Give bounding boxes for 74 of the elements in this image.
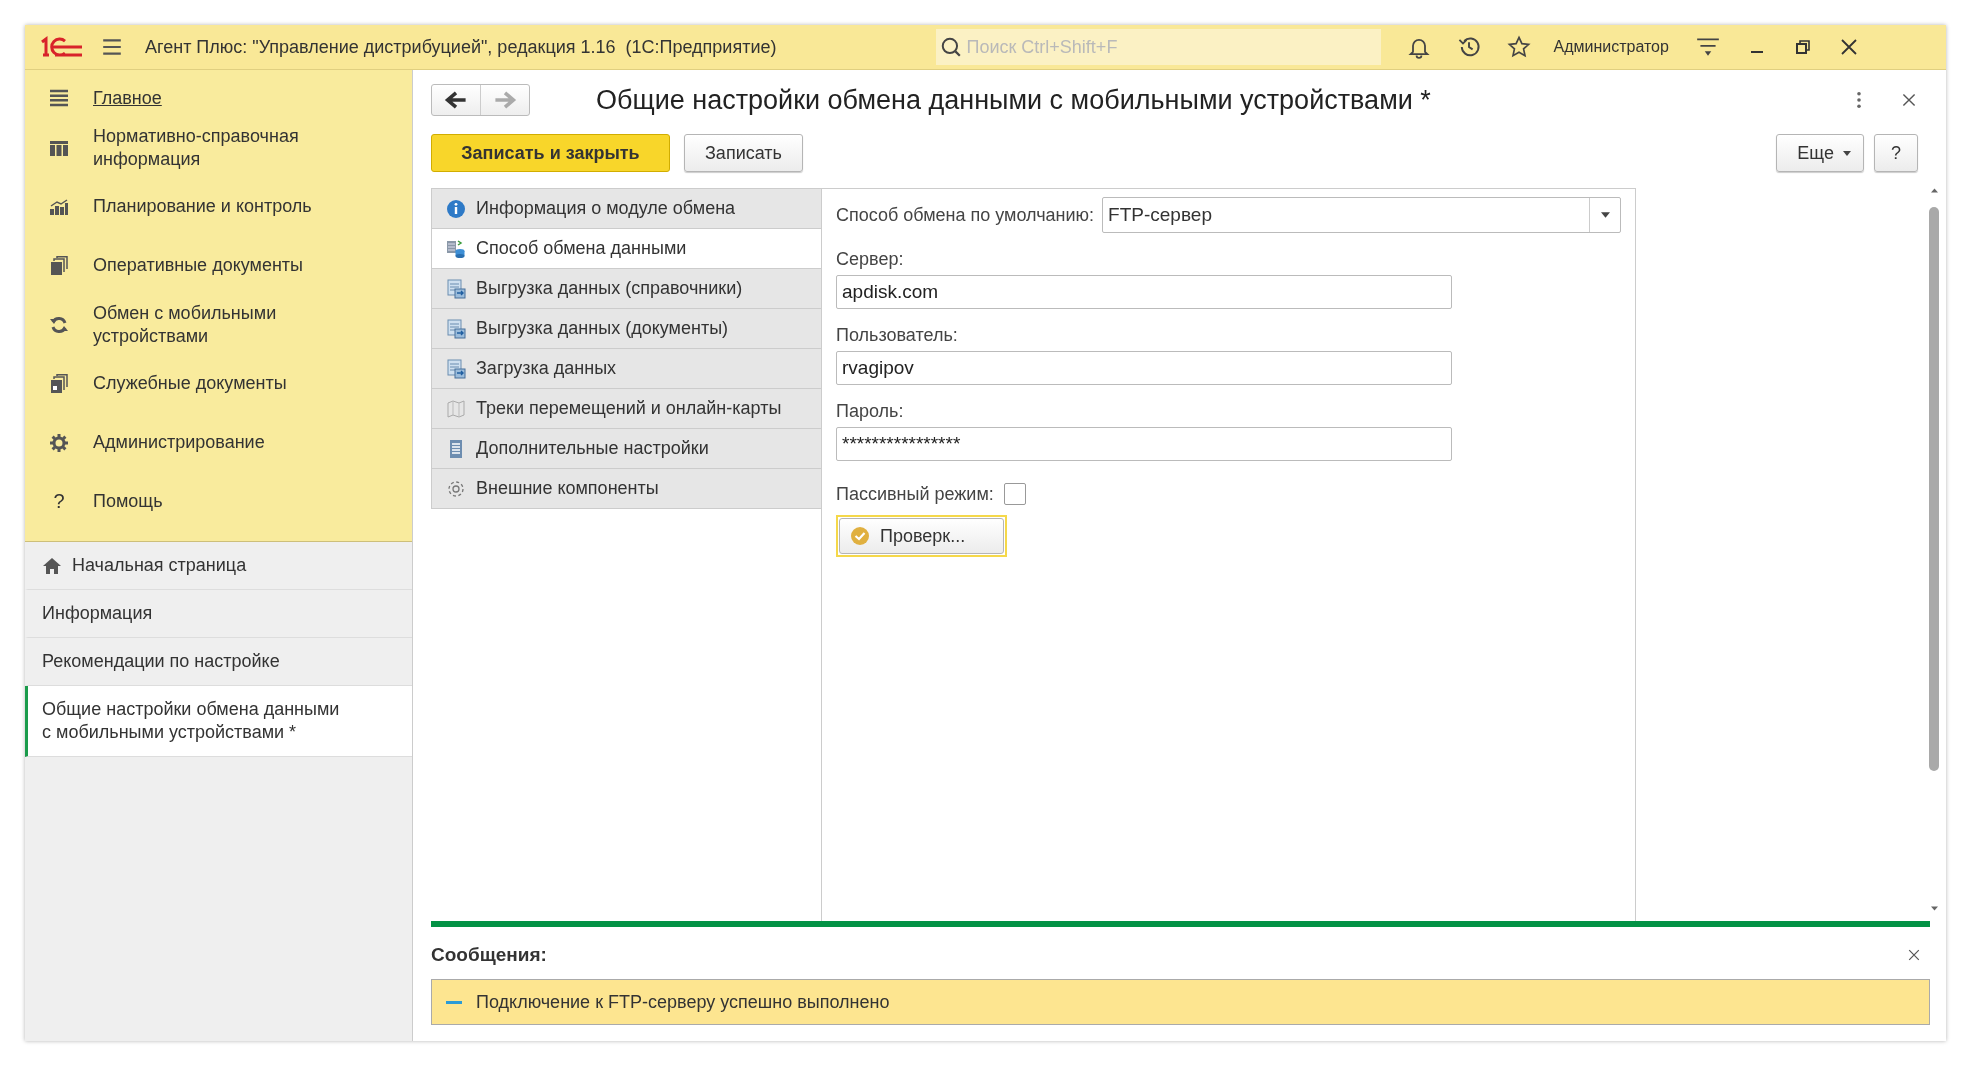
window-title: Агент Плюс: "Управление дистрибуцией", редакция 1.16 (1С:Предприятие) [145, 36, 777, 58]
close-icon[interactable] [1902, 93, 1916, 107]
help-button[interactable]: ? [1874, 134, 1918, 172]
search-icon [940, 36, 963, 58]
command-button[interactable]: Записать и закрыть [431, 134, 670, 172]
star-icon[interactable] [1507, 35, 1532, 59]
info-icon [446, 198, 466, 219]
form-title: Общие настройки обмена данными с мобильными устройствами * [596, 84, 1432, 116]
section-link[interactable]: Служебные документы [25, 354, 412, 413]
section-link[interactable]: Оперативные документы [25, 236, 412, 295]
dropdown-arrow-icon[interactable] [1600, 212, 1610, 218]
messages-title: Сообщения: [431, 944, 547, 966]
form-tab[interactable]: Треки перемещений и онлайн-карты [432, 389, 821, 429]
open-window-tab[interactable]: Информация [25, 590, 412, 638]
user-name[interactable]: Администратор [1553, 38, 1669, 56]
field-label: Способ обмена по умолчанию: [836, 204, 1095, 226]
settings-icon [446, 478, 466, 499]
form-tab[interactable]: Внешние компоненты [432, 469, 821, 508]
settings-icon [49, 432, 69, 453]
text-field[interactable]: **************** [836, 427, 1452, 461]
check-connection-button[interactable]: Проверк... [839, 518, 1004, 554]
logo-icon [39, 36, 83, 58]
menu-icon[interactable] [101, 36, 123, 58]
menu-icon [49, 88, 69, 108]
caret-icon [1843, 151, 1851, 157]
passive-mode-checkbox[interactable] [1003, 483, 1026, 505]
field-label: Пароль: [836, 401, 904, 422]
open-window-label: Информация [42, 602, 154, 625]
section-link[interactable]: ? Помощь [25, 472, 412, 531]
documents-icon [49, 255, 69, 276]
open-window-tab[interactable]: Начальная страница [25, 542, 412, 590]
close-icon[interactable] [1838, 37, 1859, 57]
help-icon: ? [53, 490, 65, 513]
data-transfer-icon [446, 318, 466, 339]
history-icon[interactable] [1457, 35, 1482, 59]
form-tab[interactable]: Информация о модуле обмена [432, 189, 821, 229]
close-icon[interactable] [1908, 949, 1920, 961]
form-tab[interactable]: Дополнительные настройки [432, 429, 821, 469]
message-text: Подключение к FTP-серверу успешно выполнено [476, 991, 890, 1013]
open-window-tab[interactable]: Общие настройки обмена данными с мобильными устройствами * [25, 686, 412, 757]
map-icon [446, 398, 466, 419]
scroll-down-arrow-icon[interactable] [1930, 906, 1938, 911]
open-window-label: Общие настройки обмена данными с мобильными устройствами * [42, 698, 341, 744]
filter-menu-icon[interactable] [1694, 36, 1721, 58]
database-exchange-icon [446, 238, 466, 259]
home-icon [42, 555, 62, 576]
more-button[interactable]: Еще [1776, 134, 1864, 172]
exchange-method-dropdown[interactable]: FTP-сервер [1102, 197, 1621, 233]
open-window-label: Начальная страница [72, 554, 248, 577]
section-link[interactable]: Обмен с мобильными устройствами [25, 295, 412, 354]
form-tab[interactable]: Выгрузка данных (документы) [432, 309, 821, 349]
checkbox-label: Пассивный режим: [836, 483, 994, 505]
section-link[interactable]: Главное [25, 78, 412, 118]
section-link[interactable]: Администрирование [25, 413, 412, 472]
checkmark-icon [850, 526, 870, 546]
command-button[interactable]: Записать [684, 134, 803, 172]
field-label: Пользователь: [836, 325, 958, 346]
bar-chart-icon [49, 196, 69, 217]
field-label: Сервер: [836, 249, 904, 270]
search-field[interactable]: Поиск Ctrl+Shift+F [936, 29, 1382, 65]
dash-icon [446, 1000, 462, 1004]
section-link[interactable]: Нормативно-справочная информация [25, 118, 412, 177]
more-options-icon[interactable] [1856, 91, 1862, 109]
text-field[interactable]: rvagipov [836, 351, 1452, 385]
data-transfer-icon [446, 278, 466, 299]
form-tab[interactable]: Загрузка данных [432, 349, 821, 389]
scroll-up-arrow-icon[interactable] [1930, 188, 1938, 193]
data-transfer-icon [446, 358, 466, 379]
open-window-label: Рекомендации по настройке [42, 650, 281, 673]
documents-icon [49, 373, 69, 394]
text-field[interactable]: apdisk.com [836, 275, 1452, 309]
sync-icon [49, 314, 69, 335]
section-link[interactable]: Планирование и контроль [25, 177, 412, 236]
form-tab[interactable]: Выгрузка данных (справочники) [432, 269, 821, 309]
